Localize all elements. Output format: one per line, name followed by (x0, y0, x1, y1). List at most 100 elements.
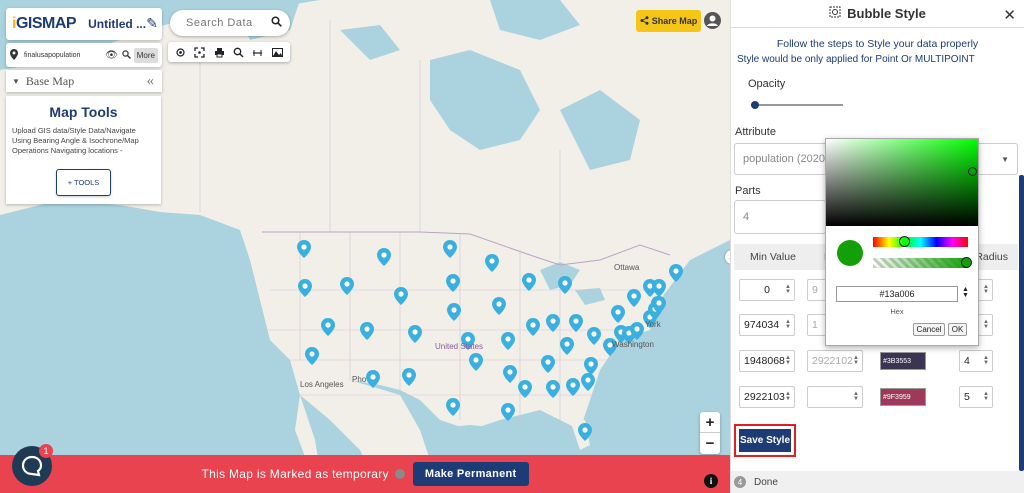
map-marker-icon[interactable] (578, 423, 592, 441)
visibility-eye-icon[interactable]: 👁 (105, 50, 118, 61)
map-marker-icon[interactable] (611, 305, 625, 323)
edit-icon[interactable]: ✎ (146, 15, 158, 32)
make-permanent-button[interactable]: Make Permanent (412, 462, 529, 486)
map-title[interactable]: Untitled ... (88, 17, 146, 31)
step-done[interactable]: 4 Done (731, 471, 1024, 493)
fullscreen-icon[interactable] (193, 45, 207, 59)
map-marker-icon[interactable] (652, 279, 666, 297)
map-marker-icon[interactable] (366, 370, 380, 388)
map-marker-icon[interactable] (501, 332, 515, 350)
hex-input[interactable]: #13a006 (836, 286, 958, 302)
min-value-input[interactable]: 2922103 ▲ ▼ (739, 386, 795, 408)
measure-icon[interactable] (251, 45, 265, 59)
map-marker-icon[interactable] (469, 353, 483, 371)
map-marker-icon[interactable] (566, 378, 580, 396)
steps-note: Style would be only applied for Point Or… (737, 54, 975, 65)
search-input[interactable] (186, 17, 271, 29)
close-icon[interactable]: ✕ (1003, 6, 1016, 24)
basemap-toggle[interactable]: ▼ Base Map « (6, 70, 162, 92)
cancel-button[interactable]: Cancel (913, 323, 945, 336)
radius-input[interactable]: 5 ▲ ▼ (959, 386, 993, 408)
layer-name[interactable]: finalusapopulation (24, 52, 105, 59)
image-layer-icon[interactable] (270, 45, 284, 59)
map-marker-icon[interactable] (360, 322, 374, 340)
zoom-search-icon[interactable] (232, 45, 246, 59)
map-marker-icon[interactable] (298, 279, 312, 297)
max-value-input[interactable]: 2922102 ▲ ▼ (807, 350, 863, 372)
panel-scrollbar[interactable] (1019, 175, 1024, 471)
map-marker-icon[interactable] (503, 365, 517, 383)
opacity-slider-knob[interactable] (750, 101, 759, 109)
map-marker-icon[interactable] (297, 240, 311, 258)
map-marker-icon[interactable] (446, 398, 460, 416)
map-marker-icon[interactable] (443, 240, 457, 258)
col-min-value: Min Value (750, 251, 796, 263)
parts-input[interactable]: 4 (734, 200, 826, 234)
collapse-panel-icon[interactable]: « (147, 73, 155, 90)
map-marker-icon[interactable] (408, 325, 422, 343)
logo-bar: iGISMAP Untitled ... ✎ (6, 8, 162, 40)
min-value-input[interactable]: 1948068 ▲ ▼ (739, 350, 795, 372)
locate-icon[interactable] (174, 45, 188, 59)
format-toggle-icon[interactable]: ▲ ▼ (962, 286, 969, 299)
map-marker-icon[interactable] (394, 287, 408, 305)
map-marker-icon[interactable] (569, 314, 583, 332)
map-marker-icon[interactable] (485, 254, 499, 272)
saturation-area[interactable] (826, 139, 978, 226)
attribute-label: Attribute (735, 126, 776, 138)
map-marker-icon[interactable] (546, 380, 560, 398)
app-logo[interactable]: iGISMAP (12, 15, 77, 33)
map-marker-icon[interactable] (630, 322, 644, 340)
map-marker-icon[interactable] (305, 347, 319, 365)
map-marker-icon[interactable] (546, 314, 560, 332)
min-value-input[interactable]: 0 ▲ ▼ (739, 279, 795, 301)
map-marker-icon[interactable] (402, 368, 416, 386)
map-marker-icon[interactable] (492, 297, 506, 315)
saturation-handle[interactable] (968, 167, 977, 176)
min-value-input[interactable]: 974034 ▲ ▼ (739, 314, 795, 336)
opacity-slider[interactable] (750, 101, 843, 109)
map-marker-icon[interactable] (522, 273, 536, 291)
info-icon[interactable]: i (704, 474, 718, 488)
more-button[interactable]: More (133, 47, 158, 63)
map-marker-icon[interactable] (587, 327, 601, 345)
map-marker-icon[interactable] (340, 277, 354, 295)
map-marker-icon[interactable] (446, 274, 460, 292)
step-number: 4 (734, 476, 746, 488)
zoom-in-button[interactable]: + (700, 412, 720, 433)
save-style-button[interactable]: Save Style (739, 429, 791, 452)
map-marker-icon[interactable] (321, 318, 335, 336)
map-marker-icon[interactable] (627, 289, 641, 307)
user-avatar-icon[interactable] (704, 12, 721, 29)
country-label: United States (435, 342, 484, 351)
basemap-label: Base Map (25, 73, 75, 88)
zoom-out-button[interactable]: − (700, 433, 720, 454)
map-marker-icon[interactable] (669, 264, 683, 282)
print-icon[interactable] (212, 45, 226, 59)
map-marker-icon[interactable] (560, 337, 574, 355)
color-swatch[interactable]: #3B3553 (880, 352, 926, 370)
map-marker-icon[interactable] (541, 355, 555, 373)
map-marker-icon[interactable] (447, 303, 461, 321)
map-marker-icon[interactable] (377, 248, 391, 266)
map-marker-icon[interactable] (526, 318, 540, 336)
map-marker-icon[interactable] (581, 373, 595, 391)
alpha-handle[interactable] (961, 257, 972, 268)
map-marker-icon[interactable] (558, 276, 572, 294)
max-value-input[interactable]: ▲ ▼ (807, 386, 863, 408)
chat-launcher-button[interactable]: 1 (12, 444, 53, 486)
zoom-to-layer-icon[interactable] (122, 49, 131, 61)
hue-slider[interactable] (873, 236, 968, 247)
ok-button[interactable]: OK (948, 323, 967, 336)
map-marker-icon[interactable] (518, 380, 532, 398)
search-icon[interactable] (271, 16, 282, 30)
help-icon[interactable] (394, 469, 405, 479)
color-swatch[interactable]: #9F3959 (880, 388, 926, 406)
map-marker-icon[interactable] (652, 296, 666, 314)
hue-handle[interactable] (899, 236, 910, 247)
share-map-button[interactable]: Share Map (636, 10, 701, 32)
add-tools-button[interactable]: + TOOLS (56, 169, 111, 196)
map-marker-icon[interactable] (501, 403, 515, 421)
alpha-slider[interactable] (873, 257, 972, 268)
radius-input[interactable]: 4 ▲ ▼ (959, 350, 993, 372)
